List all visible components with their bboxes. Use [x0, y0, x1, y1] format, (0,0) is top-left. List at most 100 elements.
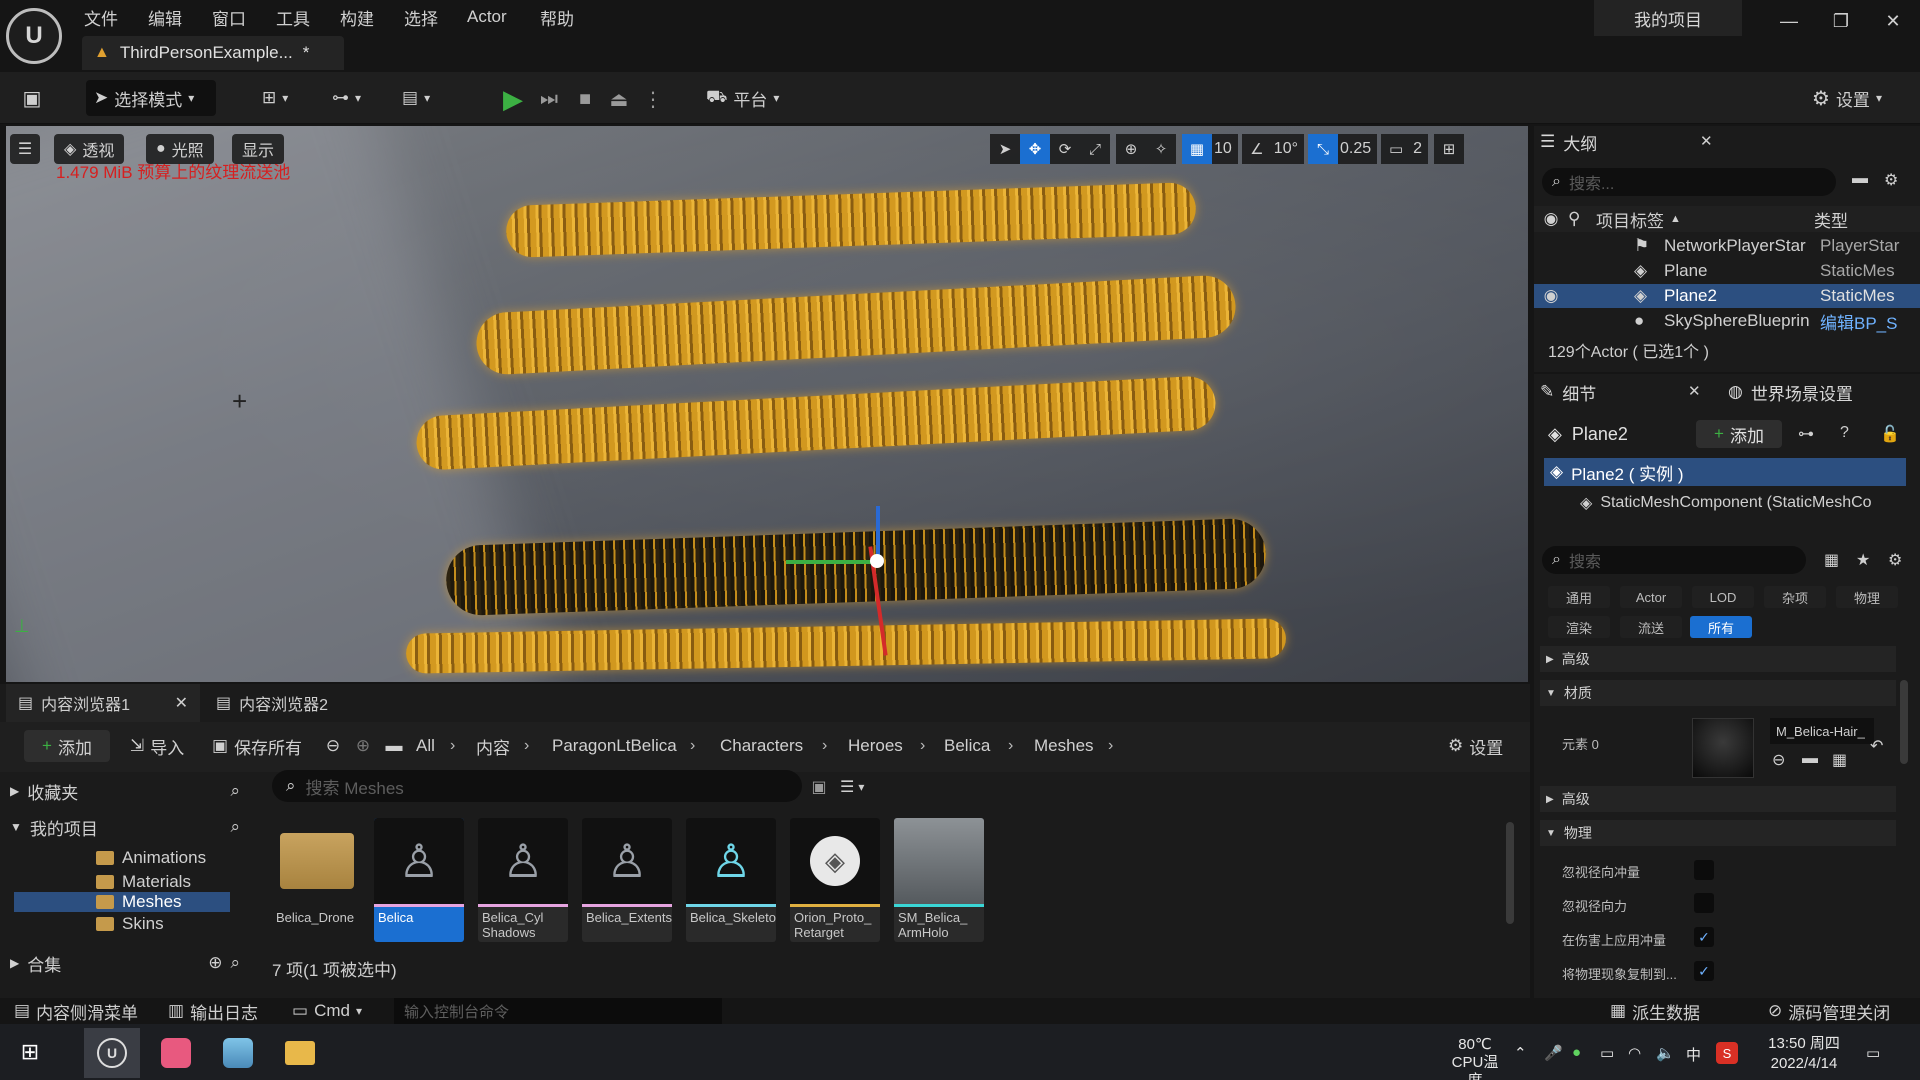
asset-tile[interactable]: ♙ Belica_Cyl Shadows: [478, 818, 568, 942]
outliner-row[interactable]: ◈ Plane StaticMes: [1534, 259, 1920, 283]
cmd-dropdown[interactable]: ▭ Cmd ▾: [292, 998, 362, 1024]
windows-start-icon[interactable]: ⊞: [14, 1036, 46, 1068]
material-options-icon[interactable]: ▦: [1832, 750, 1847, 770]
camera-speed-value[interactable]: 2: [1411, 134, 1429, 164]
taskbar-app-pink[interactable]: [148, 1028, 204, 1078]
search-icon[interactable]: ⌕: [230, 781, 240, 801]
breadcrumb-meshes[interactable]: Meshes: [1034, 730, 1094, 762]
tree-item-meshes[interactable]: Meshes: [14, 892, 230, 912]
filter-tab-all[interactable]: 所有: [1690, 616, 1752, 638]
network-icon[interactable]: ◠: [1628, 1044, 1641, 1062]
gear-icon[interactable]: ⚙: [1884, 170, 1898, 190]
content-browser-tab-2[interactable]: ▤ 内容浏览器2: [204, 684, 364, 722]
asset-tile[interactable]: Belica_Drone: [272, 818, 362, 942]
lighting-button[interactable]: ● 光照: [146, 134, 214, 164]
close-icon[interactable]: ✕: [1878, 6, 1908, 36]
tray-overflow-icon[interactable]: ⌃: [1514, 1044, 1527, 1062]
grid-view-icon[interactable]: ▦: [1824, 550, 1839, 570]
menu-help[interactable]: 帮助: [540, 4, 574, 30]
outliner-row[interactable]: ● SkySphereBlueprin 编辑BP_S: [1534, 309, 1920, 333]
lock-icon[interactable]: 🔓: [1880, 424, 1900, 444]
grid-snap-value[interactable]: 10: [1212, 134, 1238, 164]
select-mode-button[interactable]: ➤ 选择模式 ▾: [86, 80, 216, 116]
cpu-temperature[interactable]: 80℃ CPU温度: [1446, 1036, 1504, 1080]
column-type[interactable]: 类型: [1814, 207, 1848, 232]
section-material[interactable]: ▼ 材质: [1540, 680, 1896, 706]
stop-icon[interactable]: ■: [568, 82, 602, 116]
menu-build[interactable]: 构建: [340, 4, 374, 30]
notification-icon[interactable]: ▭: [1866, 1044, 1880, 1062]
menu-tools[interactable]: 工具: [276, 4, 310, 30]
content-drawer-button[interactable]: ▤ 内容侧滑菜单: [14, 998, 138, 1024]
filter-tab-rendering[interactable]: 渲染: [1548, 616, 1610, 638]
asset-tile[interactable]: ♙ Belica_Extents: [582, 818, 672, 942]
menu-file[interactable]: 文件: [84, 4, 118, 30]
battery-icon[interactable]: ▭: [1600, 1044, 1614, 1062]
filter-button[interactable]: ☰ ▾: [840, 774, 864, 800]
details-scrollbar[interactable]: [1900, 680, 1908, 764]
close-tab-icon[interactable]: ✕: [175, 693, 188, 713]
microphone-icon[interactable]: 🎤: [1544, 1044, 1563, 1062]
surface-snap-icon[interactable]: ✧: [1146, 134, 1176, 164]
outliner-row-selected[interactable]: ◉ ◈ Plane2 StaticMes: [1534, 284, 1920, 308]
visibility-icon[interactable]: ◉: [1534, 286, 1568, 306]
menu-window[interactable]: 窗口: [212, 4, 246, 30]
perspective-button[interactable]: ◈ 透视: [54, 134, 125, 164]
clock[interactable]: 13:50 周四 2022/4/14: [1760, 1034, 1848, 1074]
add-collection-icon[interactable]: ⊕: [208, 953, 222, 973]
taskbar-unreal[interactable]: U: [84, 1028, 140, 1078]
outliner-tab[interactable]: ☰ 大纲: [1540, 126, 1597, 158]
checkbox-ignore-radial-force[interactable]: [1694, 893, 1714, 913]
grid-snap-icon[interactable]: ▦: [1182, 134, 1212, 164]
breadcrumb-characters[interactable]: Characters: [720, 730, 803, 762]
details-search-input[interactable]: ⌕ 搜索: [1542, 546, 1806, 574]
output-log-button[interactable]: ▥ 输出日志: [168, 998, 258, 1024]
camera-speed-icon[interactable]: ▭: [1381, 134, 1412, 164]
close-outliner-icon[interactable]: ✕: [1700, 132, 1713, 150]
filter-tab-physics[interactable]: 物理: [1836, 586, 1898, 608]
checkbox-ignore-radial-impulse[interactable]: [1694, 860, 1714, 880]
search-icon[interactable]: ⌕: [230, 953, 240, 973]
history-forward-icon[interactable]: ⊕: [352, 730, 374, 762]
level-viewport[interactable]: + ⊥ 1.479 MiB 预算上的纹理流送池 ☰ ◈ 透视 ● 光照 显示 ➤…: [6, 126, 1528, 682]
blueprint-icon[interactable]: ⊶: [1798, 424, 1814, 444]
column-label[interactable]: 项目标签: [1596, 207, 1664, 232]
history-back-icon[interactable]: ⊖: [322, 730, 344, 762]
breadcrumb-belica[interactable]: Belica: [944, 730, 990, 762]
console-command-input[interactable]: 输入控制台命令: [394, 998, 722, 1024]
filter-tab-misc[interactable]: 杂项: [1764, 586, 1826, 608]
import-button[interactable]: ⇲ 导入: [130, 730, 184, 762]
filter-tab-general[interactable]: 通用: [1548, 586, 1610, 608]
save-icon[interactable]: ▣: [18, 84, 46, 112]
project-header[interactable]: ▼ 我的项目 ⌕: [10, 812, 240, 842]
derived-data-button[interactable]: ▦ 派生数据: [1610, 998, 1700, 1024]
blueprint-button[interactable]: ⊶ ▾: [332, 80, 361, 116]
add-button[interactable]: + 添加: [24, 730, 110, 762]
create-folder-icon[interactable]: ▬: [1852, 170, 1868, 188]
platforms-button[interactable]: ⛟ 平台 ▾: [706, 80, 779, 116]
instance-row[interactable]: ◈ Plane2 ( 实例 ): [1544, 458, 1906, 486]
asset-tile[interactable]: ◈ Orion_Proto_ Retarget: [790, 818, 880, 942]
folder-icon[interactable]: ▬: [382, 730, 406, 762]
section-physics[interactable]: ▼ 物理: [1540, 820, 1896, 846]
filter-tab-lod[interactable]: LOD: [1692, 586, 1754, 608]
gizmo-y-axis[interactable]: [786, 560, 876, 564]
more-options-icon[interactable]: ⋮: [636, 82, 670, 116]
breadcrumb-paragon[interactable]: ParagonLtBelica: [552, 730, 677, 762]
material-thumbnail[interactable]: [1692, 718, 1754, 778]
gear-icon[interactable]: ⚙: [1888, 550, 1902, 570]
tray-green-icon[interactable]: ●: [1572, 1044, 1581, 1061]
breadcrumb-heroes[interactable]: Heroes: [848, 730, 903, 762]
show-button[interactable]: 显示: [232, 134, 285, 164]
asset-tile[interactable]: ♙ Belica_Skeleton: [686, 818, 776, 942]
volume-icon[interactable]: 🔈: [1656, 1044, 1675, 1062]
menu-select[interactable]: 选择: [404, 4, 438, 30]
viewport-menu-icon[interactable]: ☰: [10, 134, 40, 164]
outliner-row[interactable]: ⚑ NetworkPlayerStar PlayerStar: [1534, 234, 1920, 258]
restore-icon[interactable]: ❐: [1826, 6, 1856, 36]
add-component-button[interactable]: + 添加: [1696, 420, 1782, 448]
content-settings-button[interactable]: ⚙ 设置: [1448, 730, 1503, 762]
details-tab[interactable]: ✎ 细节: [1540, 376, 1596, 408]
breadcrumb-content[interactable]: 内容: [476, 730, 510, 762]
asset-grid-scrollbar[interactable]: [1506, 822, 1514, 924]
